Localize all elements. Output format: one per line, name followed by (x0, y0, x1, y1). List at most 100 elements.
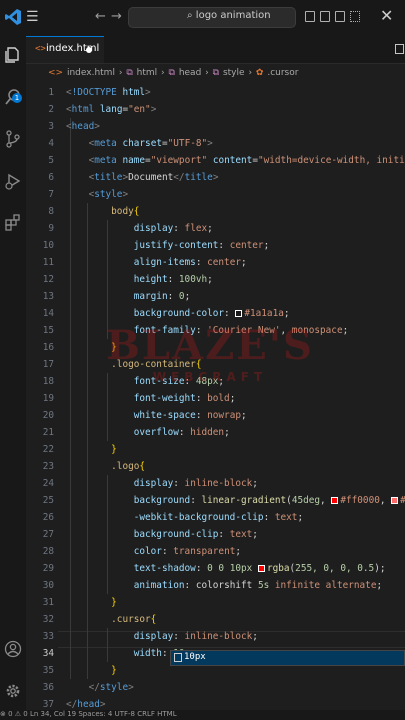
code-line[interactable]: 11 align-items: center; (26, 254, 405, 271)
code-line[interactable]: 3 <head> (26, 118, 405, 135)
code-line[interactable]: 15 font-family: 'Courier New', monospace… (26, 322, 405, 339)
code-line[interactable]: 19 font-weight: bold; (26, 390, 405, 407)
code-line[interactable]: 28 color: transparent; (26, 543, 405, 560)
code-text: font-weight: bold; (133, 393, 236, 404)
breadcrumb: <> index.html › ⧉ html › ⧉ head › ⧉ styl… (48, 68, 299, 82)
code-line[interactable]: 31 } (26, 594, 405, 611)
code-text: <html lang="en"> (66, 104, 157, 115)
code-line[interactable]: 18 font-size: 48px; (26, 373, 405, 390)
code-text: <meta charset="UTF-8"> (88, 138, 213, 149)
code-line[interactable]: 17 .logo-container{ (26, 356, 405, 373)
color-swatch-icon[interactable] (235, 310, 243, 317)
code-line[interactable]: 33 display: inline-block; (26, 628, 405, 645)
code-line[interactable]: 12 height: 100vh; (26, 271, 405, 288)
suggestion-widget[interactable]: 10px (170, 650, 405, 666)
element-icon: ⧉ (168, 68, 175, 78)
breadcrumb-item[interactable]: style (223, 68, 245, 78)
color-swatch-icon[interactable] (257, 565, 265, 572)
css-selector-icon: ✿ (255, 68, 264, 78)
breadcrumb-item[interactable]: .cursor (267, 68, 298, 78)
color-swatch-icon[interactable] (331, 497, 339, 504)
code-line[interactable]: 32 .cursor{ (26, 611, 405, 628)
code-text: overflow: hidden; (133, 427, 230, 438)
breadcrumb-item[interactable]: html (137, 68, 158, 78)
arrow-left-icon[interactable]: ← (95, 9, 106, 24)
code-line[interactable]: 24 display: inline-block; (26, 475, 405, 492)
code-text: display: inline-block; (133, 478, 258, 489)
code-text: text-shadow: 0 0 10px rgba(255, 0, 0, 0.… (133, 563, 386, 574)
line-number: 6 (48, 172, 54, 183)
run-debug-icon[interactable] (4, 172, 22, 190)
code-line[interactable]: 10 justify-content: center; (26, 237, 405, 254)
code-line[interactable]: 23 .logo{ (26, 458, 405, 475)
code-line[interactable]: 16 } (26, 339, 405, 356)
line-number: 30 (42, 580, 54, 591)
line-number: 16 (42, 342, 54, 353)
code-line[interactable]: 14 background-color: #1a1a1a; (26, 305, 405, 322)
activity-bar: 1 (0, 36, 26, 710)
code-line[interactable]: 7 <style> (26, 186, 405, 203)
code-line[interactable]: 37 </head> (26, 696, 405, 710)
line-number: 22 (42, 444, 54, 455)
breadcrumb-item[interactable]: head (179, 68, 201, 78)
html-file-icon: <> (35, 44, 46, 54)
code-line[interactable]: 25 background: linear-gradient(45deg, #f… (26, 492, 405, 509)
toggle-panel-icon[interactable] (320, 11, 330, 22)
code-editor[interactable]: 1 <!DOCTYPE html> 2 <html lang="en"> 3 <head>… (26, 84, 405, 710)
line-number: 13 (42, 291, 54, 302)
gear-icon[interactable] (4, 682, 22, 700)
line-number: 32 (42, 614, 54, 625)
code-line[interactable]: 13 margin: 0; (26, 288, 405, 305)
suggestion-item[interactable]: 10px (171, 651, 404, 665)
line-number: 10 (42, 240, 54, 251)
code-text: <style> (88, 189, 129, 200)
code-line[interactable]: 26 -webkit-background-clip: text; (26, 509, 405, 526)
unsaved-dot-icon[interactable] (86, 47, 92, 53)
code-line[interactable]: 2 <html lang="en"> (26, 101, 405, 118)
toggle-secondary-sidebar-icon[interactable] (335, 11, 345, 22)
line-number: 35 (42, 665, 54, 676)
extensions-icon[interactable] (4, 214, 22, 232)
code-line[interactable]: 6 <title>Document</title> (26, 169, 405, 186)
split-editor-icon[interactable] (395, 44, 404, 54)
color-swatch-icon[interactable] (391, 497, 399, 504)
code-line[interactable]: 1 <!DOCTYPE html> (26, 84, 405, 101)
explorer-badge: 1 (12, 93, 22, 103)
code-line[interactable]: 27 background-clip: text; (26, 526, 405, 543)
status-bar: ⊗ 0 ⚠ 0 Ln 34, Col 19 Spaces: 4 UTF-8 CR… (0, 710, 405, 720)
code-text: -webkit-background-clip: text; (133, 512, 304, 523)
title-bar: ☰ ← → ⌕ logo animation ✕ (0, 0, 405, 37)
line-number: 1 (48, 87, 54, 98)
code-text: color: transparent; (133, 546, 242, 557)
code-line[interactable]: 20 white-space: nowrap; (26, 407, 405, 424)
code-line[interactable]: 5 <meta name="viewport" content="width=d… (26, 152, 405, 169)
code-line[interactable]: 30 animation: colorshift 5s infinite alt… (26, 577, 405, 594)
explorer-icon[interactable] (4, 46, 22, 64)
source-control-icon[interactable] (4, 130, 22, 148)
suggestion-label: 10px (184, 652, 206, 662)
line-number: 3 (48, 121, 54, 132)
code-text: align-items: center; (133, 257, 247, 268)
close-icon[interactable]: ✕ (380, 6, 393, 25)
command-center-search[interactable]: ⌕ logo animation (128, 7, 296, 28)
tab-index-html[interactable]: <> index.html (26, 36, 104, 63)
breadcrumb-item[interactable]: index.html (67, 68, 115, 78)
code-line[interactable]: 29 text-shadow: 0 0 10px rgba(255, 0, 0,… (26, 560, 405, 577)
search-text: logo animation (195, 10, 271, 21)
line-number: 14 (42, 308, 54, 319)
hamburger-icon[interactable]: ☰ (26, 9, 39, 25)
arrow-right-icon[interactable]: → (111, 9, 122, 24)
code-line[interactable]: 4 <meta charset="UTF-8"> (26, 135, 405, 152)
code-text: display: inline-block; (133, 631, 258, 642)
customize-layout-icon[interactable] (350, 11, 360, 22)
code-line[interactable]: 21 overflow: hidden; (26, 424, 405, 441)
code-line[interactable]: 22 } (26, 441, 405, 458)
code-line[interactable]: 36 </style> (26, 679, 405, 696)
account-icon[interactable] (4, 640, 22, 658)
toggle-primary-sidebar-icon[interactable] (305, 11, 315, 22)
code-text: } (111, 665, 117, 676)
code-text: background-clip: text; (133, 529, 258, 540)
code-line[interactable]: 8 body{ (26, 203, 405, 220)
code-line[interactable]: 9 display: flex; (26, 220, 405, 237)
line-number: 29 (42, 563, 54, 574)
